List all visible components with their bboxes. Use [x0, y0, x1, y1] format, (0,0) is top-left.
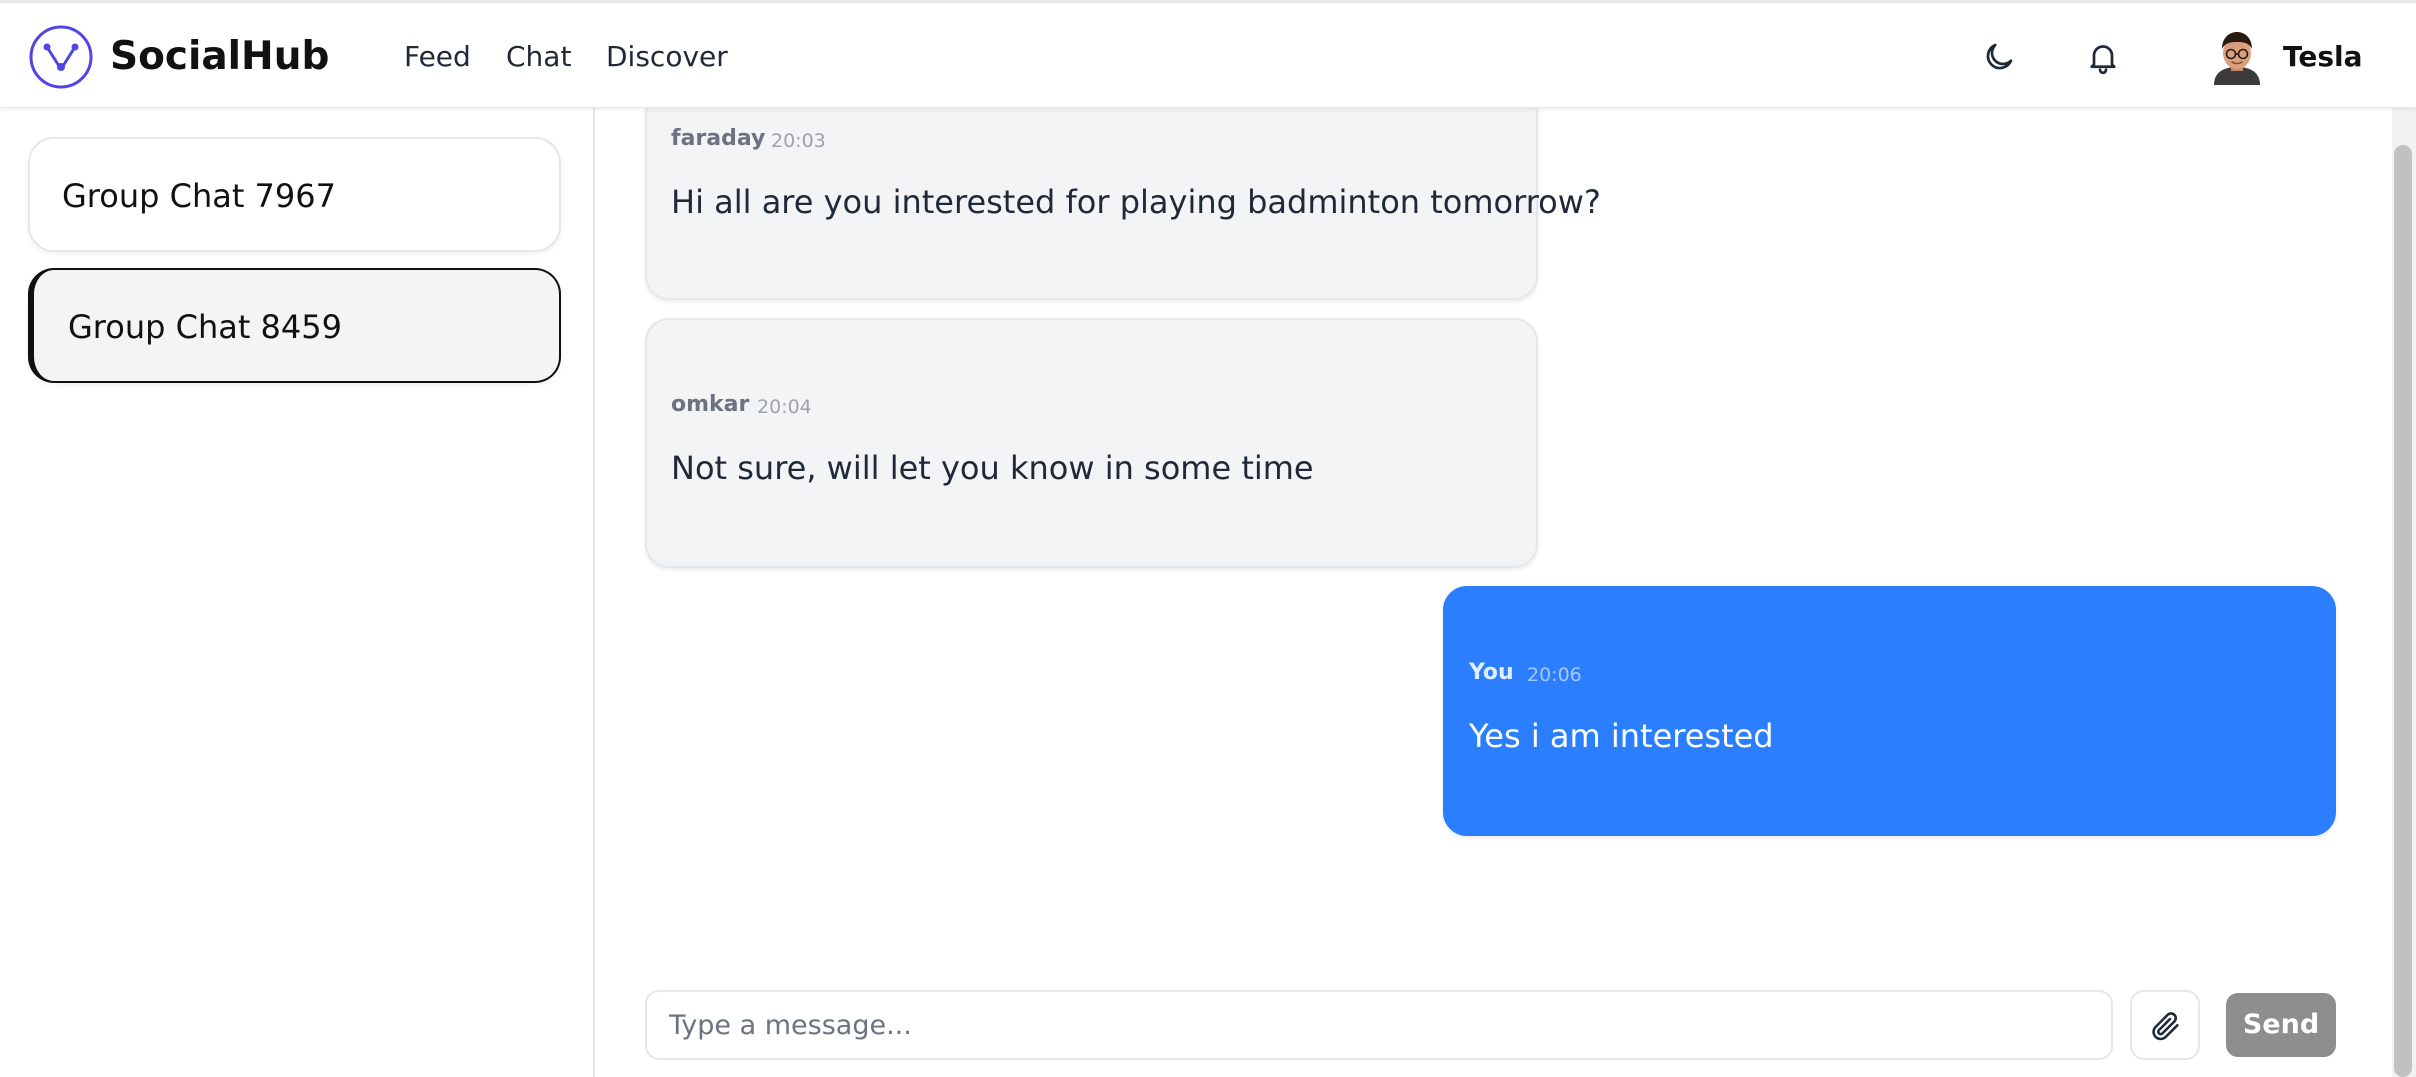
group-chat-item[interactable]: Group Chat 7967 [28, 137, 561, 252]
group-chat-sidebar: Group Chat 7967 Group Chat 8459 [0, 108, 595, 1077]
brand-name[interactable]: SocialHub [110, 29, 329, 85]
group-chat-label: Group Chat 7967 [62, 177, 336, 215]
group-chat-item-active[interactable]: Group Chat 8459 [28, 268, 561, 383]
chat-scrollbar-thumb[interactable] [2394, 145, 2412, 1077]
message-sender: faraday [671, 126, 766, 151]
nav-chat[interactable]: Chat [506, 37, 571, 77]
message-bubble: omkar 20:04 Not sure, will let you know … [645, 318, 1538, 568]
own-message-bubble: You 20:06 Yes i am interested [1443, 586, 2336, 836]
message-time: 20:04 [757, 396, 812, 418]
message-input[interactable] [645, 990, 2113, 1060]
message-sender: omkar [671, 392, 750, 417]
attach-button[interactable] [2130, 990, 2200, 1060]
message-text: Hi all are you interested for playing ba… [671, 183, 1601, 221]
group-chat-label: Group Chat 8459 [68, 308, 342, 346]
top-navbar: SocialHub Feed Chat Discover Tesla [0, 0, 2416, 108]
moon-icon[interactable] [1981, 39, 2017, 75]
message-text: Not sure, will let you know in some time [671, 449, 1314, 487]
nav-feed[interactable]: Feed [404, 37, 471, 77]
send-button[interactable]: Send [2226, 993, 2336, 1057]
message-text: Yes i am interested [1469, 717, 1774, 755]
user-avatar-icon[interactable] [2210, 29, 2264, 85]
message-time: 20:03 [771, 130, 826, 152]
message-sender: You [1469, 660, 1514, 685]
network-logo-icon[interactable] [28, 24, 94, 90]
message-bubble: faraday 20:03 Hi all are you interested … [645, 90, 1601, 300]
bell-icon[interactable] [2085, 39, 2121, 75]
paperclip-icon [2152, 1012, 2179, 1041]
nav-discover[interactable]: Discover [606, 37, 728, 77]
message-time: 20:06 [1527, 664, 1582, 686]
username[interactable]: Tesla [2283, 37, 2363, 77]
